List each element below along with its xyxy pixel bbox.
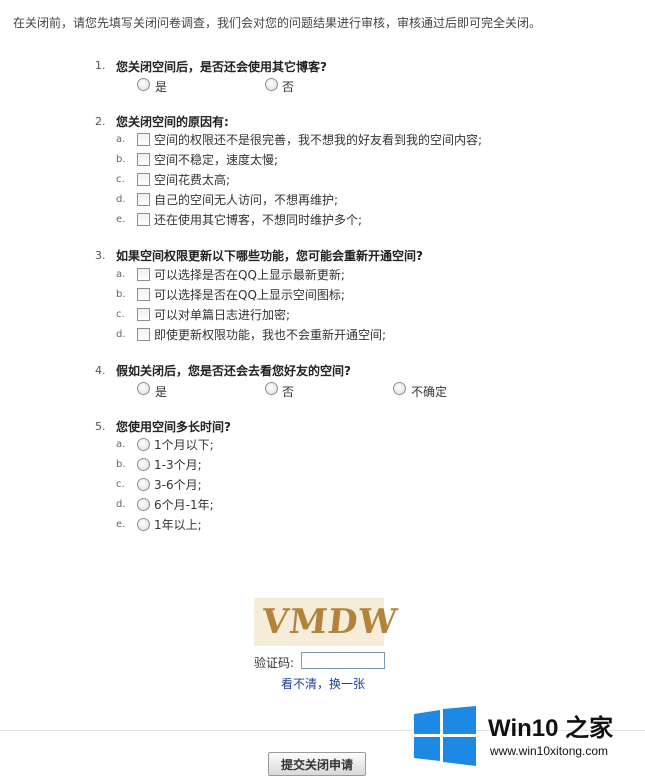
option-letter: a. (116, 269, 126, 280)
checkbox[interactable] (137, 288, 150, 301)
option-label: 空间不稳定，速度太慢; (154, 153, 279, 167)
option-letter: c. (116, 479, 125, 490)
checkbox[interactable] (137, 328, 150, 341)
captcha-input[interactable] (301, 652, 385, 669)
option-label: 空间的权限还不是很完善，我不想我的好友看到我的空间内容; (154, 133, 483, 147)
radio-label: 不确定 (411, 385, 448, 399)
option-label: 1年以上; (154, 518, 202, 532)
watermark-title: Win10 之家 (488, 715, 614, 742)
option-letter: c. (116, 174, 125, 185)
submit-close-request-button[interactable]: 提交关闭申请 (268, 752, 366, 776)
windows-logo-icon (414, 706, 476, 766)
radio-yes[interactable] (137, 382, 150, 395)
question-number: 1. (95, 59, 106, 72)
option-label: 可以选择是否在QQ上显示最新更新; (154, 268, 345, 282)
checkbox[interactable] (137, 153, 150, 166)
checkbox[interactable] (137, 193, 150, 206)
radio-label: 否 (282, 385, 295, 399)
radio-no[interactable] (265, 78, 278, 91)
option-letter: a. (116, 134, 126, 145)
option-letter: e. (116, 214, 126, 225)
question-title: 如果空间权限更新以下哪些功能，您可能会重新开通空间? (116, 249, 423, 263)
watermark: Win10 之家 www.win10xitong.com (412, 702, 640, 772)
option-letter: a. (116, 439, 126, 450)
refresh-captcha-link[interactable]: 看不清，换一张 (281, 675, 365, 692)
checkbox[interactable] (137, 308, 150, 321)
radio-label: 否 (282, 80, 295, 94)
question-number: 4. (95, 364, 106, 377)
option-label: 可以选择是否在QQ上显示空间图标; (154, 288, 345, 302)
radio[interactable] (137, 518, 150, 531)
question-title: 假如关闭后，您是否还会去看您好友的空间? (116, 364, 351, 378)
option-letter: d. (116, 329, 126, 340)
captcha-label: 验证码: (254, 656, 295, 670)
option-label: 空间花费太高; (154, 173, 231, 187)
option-label: 1-3个月; (154, 458, 202, 472)
question-number: 3. (95, 249, 106, 262)
checkbox[interactable] (137, 268, 150, 281)
intro-text: 在关闭前，请您先填写关闭问卷调查，我们会对您的问题结果进行审核，审核通过后即可完… (13, 16, 542, 30)
question-number: 5. (95, 420, 106, 433)
radio[interactable] (137, 478, 150, 491)
option-label: 可以对单篇日志进行加密; (154, 308, 291, 322)
question-title: 您使用空间多长时间? (116, 420, 231, 434)
captcha-text: VMDW (259, 602, 400, 642)
radio[interactable] (137, 458, 150, 471)
radio-no[interactable] (265, 382, 278, 395)
checkbox[interactable] (137, 213, 150, 226)
option-letter: c. (116, 309, 125, 320)
option-letter: b. (116, 289, 126, 300)
option-letter: b. (116, 154, 126, 165)
option-label: 自己的空间无人访问，不想再维护; (154, 193, 339, 207)
option-letter: b. (116, 459, 126, 470)
close-space-survey-page: 在关闭前，请您先填写关闭问卷调查，我们会对您的问题结果进行审核，审核通过后即可完… (0, 0, 645, 779)
option-letter: d. (116, 499, 126, 510)
radio-label: 是 (155, 385, 168, 399)
option-letter: e. (116, 519, 126, 530)
option-label: 1个月以下; (154, 438, 214, 452)
question-number: 2. (95, 115, 106, 128)
option-label: 即使更新权限功能，我也不会重新开通空间; (154, 328, 387, 342)
radio-label: 是 (155, 80, 168, 94)
option-label: 还在使用其它博客，不想同时维护多个; (154, 213, 363, 227)
question-title: 您关闭空间的原因有: (116, 115, 229, 129)
checkbox[interactable] (137, 133, 150, 146)
captcha-image[interactable]: VMDW (254, 598, 400, 646)
question-title: 您关闭空间后，是否还会使用其它博客? (116, 60, 327, 74)
option-label: 6个月-1年; (154, 498, 214, 512)
watermark-url: www.win10xitong.com (490, 744, 609, 758)
option-letter: d. (116, 194, 126, 205)
checkbox[interactable] (137, 173, 150, 186)
radio[interactable] (137, 438, 150, 451)
radio-yes[interactable] (137, 78, 150, 91)
radio[interactable] (137, 498, 150, 511)
radio-unsure[interactable] (393, 382, 406, 395)
option-label: 3-6个月; (154, 478, 202, 492)
